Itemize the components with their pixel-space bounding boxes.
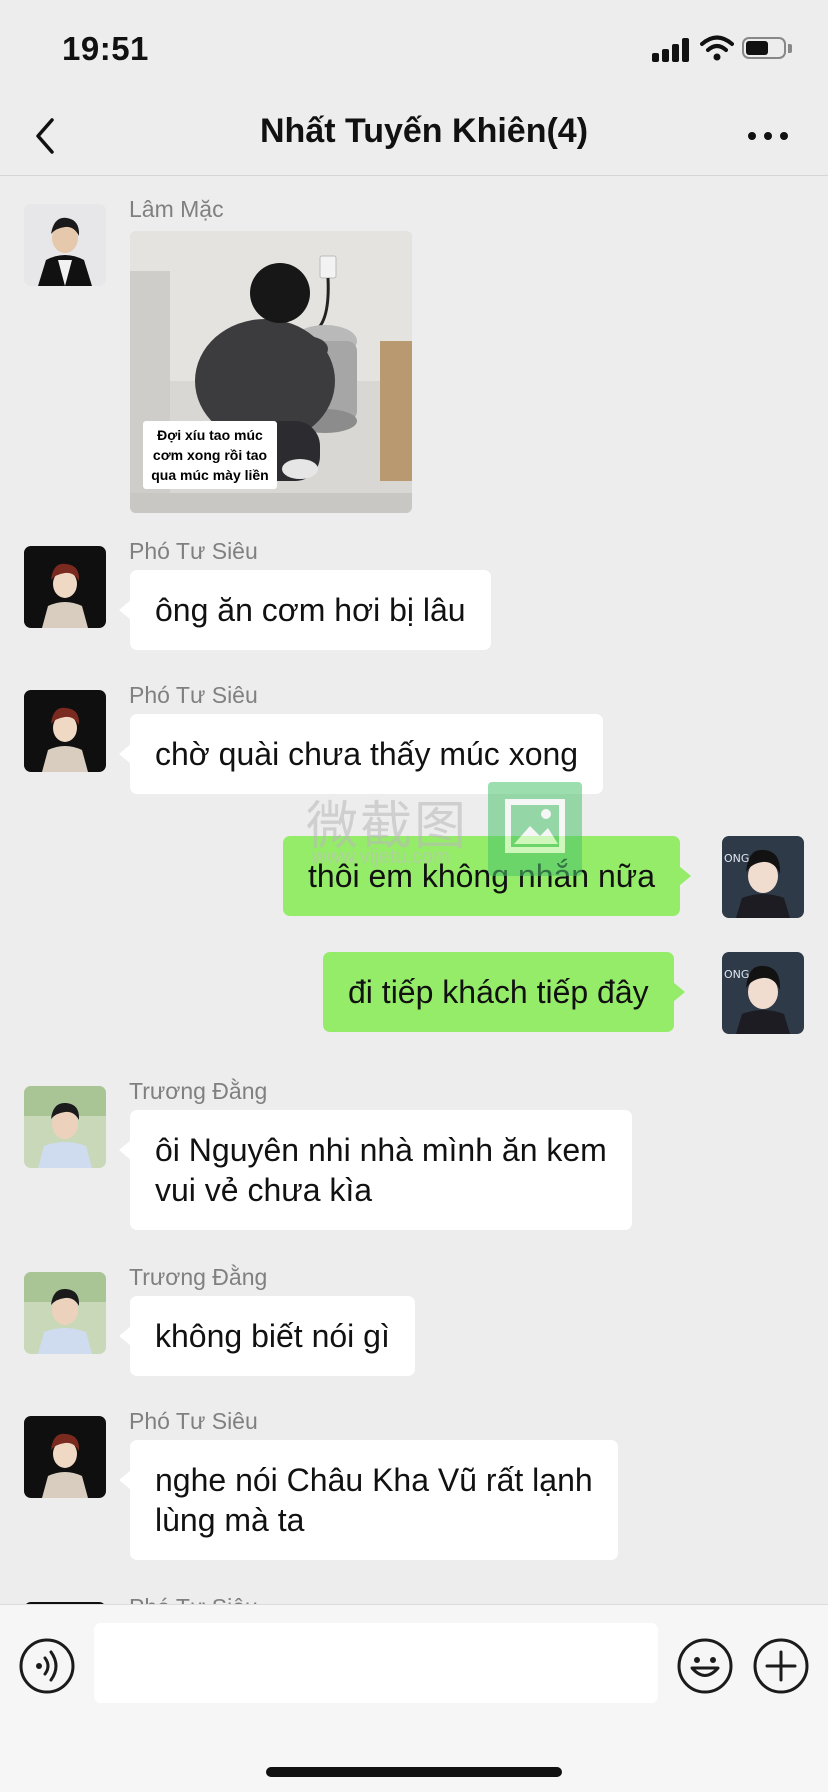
message-bubble[interactable]: không biết nói gì bbox=[119, 1296, 415, 1376]
avatar-pho-tu-sieu[interactable] bbox=[24, 546, 106, 628]
status-bar: 19:51 bbox=[0, 0, 828, 96]
voice-icon[interactable] bbox=[18, 1637, 76, 1695]
svg-text:ONG: ONG bbox=[724, 968, 749, 981]
sender-name: Phó Tư Siêu bbox=[129, 538, 258, 564]
sender-name: Lâm Mặc bbox=[129, 196, 224, 222]
message-bubble[interactable]: chờ quài chưa thấy múc xong bbox=[118, 714, 604, 794]
avatar-lam-mac[interactable] bbox=[24, 204, 106, 286]
wifi-icon bbox=[700, 35, 734, 61]
svg-text:ONG: ONG bbox=[724, 852, 749, 865]
avatar-pho-tu-sieu[interactable] bbox=[24, 690, 106, 772]
home-indicator bbox=[266, 1767, 562, 1777]
message-bubble[interactable]: đi tiếp khách tiếp đây bbox=[323, 952, 685, 1032]
sender-name: Phó Tư Siêu bbox=[129, 1594, 258, 1604]
sender-name: Phó Tư Siêu bbox=[129, 1408, 258, 1434]
battery-icon bbox=[742, 37, 792, 61]
message-input[interactable] bbox=[94, 1623, 658, 1703]
chat-header: Nhất Tuyến Khiên(4) bbox=[0, 96, 828, 176]
message-bubble[interactable]: ôi Nguyên nhi nhà mình ăn kem vui vẻ chư… bbox=[119, 1110, 632, 1230]
chat-messages[interactable]: Lâm Mặc Đợi xíu tao múc cơm xong rồi tao bbox=[0, 176, 828, 1604]
message-bubble[interactable]: thôi em không nhắn nữa bbox=[283, 836, 691, 916]
shared-image[interactable]: Đợi xíu tao múc cơm xong rồi tao qua múc… bbox=[130, 231, 412, 513]
image-caption: Đợi xíu tao múc cơm xong rồi tao qua múc… bbox=[143, 421, 277, 489]
avatar-self[interactable]: ONG bbox=[722, 836, 804, 918]
message-bubble[interactable]: ông ăn cơm hơi bị lâu bbox=[119, 570, 491, 650]
message-bubble[interactable]: nghe nói Châu Kha Vũ rất lạnh lùng mà ta bbox=[119, 1440, 618, 1560]
sender-name: Trương Đằng bbox=[129, 1264, 268, 1290]
sender-name: Trương Đằng bbox=[129, 1078, 268, 1104]
sender-name: Phó Tư Siêu bbox=[129, 682, 258, 708]
plus-icon[interactable] bbox=[752, 1637, 810, 1695]
avatar-self[interactable]: ONG bbox=[722, 952, 804, 1034]
more-dots-icon[interactable] bbox=[748, 132, 788, 142]
chat-title: Nhất Tuyến Khiên(4) bbox=[259, 112, 589, 150]
avatar-truong-dang[interactable] bbox=[24, 1272, 106, 1354]
cellular-signal-icon bbox=[652, 38, 692, 62]
avatar-pho-tu-sieu[interactable] bbox=[24, 1416, 106, 1498]
avatar-truong-dang[interactable] bbox=[24, 1086, 106, 1168]
status-time: 19:51 bbox=[62, 30, 149, 67]
input-bar bbox=[0, 1604, 828, 1792]
emoji-icon[interactable] bbox=[676, 1637, 734, 1695]
